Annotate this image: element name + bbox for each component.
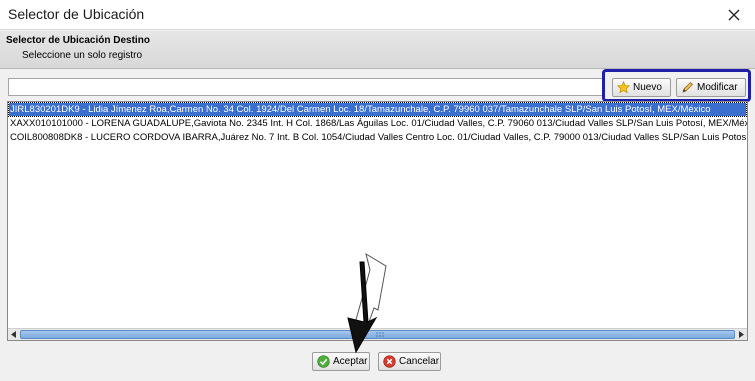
pencil-icon (681, 81, 694, 94)
header-title: Selector de Ubicación Destino (6, 35, 150, 46)
edit-button-label: Modificar (697, 82, 738, 93)
new-button-label: Nuevo (633, 82, 662, 93)
edit-button[interactable]: Modificar (676, 78, 746, 97)
cancel-button-label: Cancelar (399, 356, 440, 367)
header-subtitle: Seleccione un solo registro (22, 50, 143, 61)
scroll-left-icon[interactable] (8, 329, 20, 340)
window-title: Selector de Ubicación (8, 6, 145, 22)
pointer-arrow-icon (347, 252, 387, 354)
title-bar: Selector de Ubicación (0, 0, 755, 30)
scroll-right-icon[interactable] (735, 329, 747, 340)
list-item[interactable]: JIRL830201DK9 - Lidia Jímenez Roa,Carmen… (8, 102, 747, 117)
filter-input[interactable] (8, 78, 604, 96)
list-item[interactable]: COIL800808DK8 - LUCERO CORDOVA IBARRA,Ju… (9, 131, 747, 144)
new-button[interactable]: Nuevo (612, 78, 671, 97)
dialog-header: Selector de Ubicación Destino Seleccione… (0, 31, 755, 69)
list-item[interactable]: XAXX010101000 - LORENA GUADALUPE,Gaviota… (9, 117, 747, 130)
close-icon[interactable] (721, 2, 747, 28)
star-icon (617, 81, 630, 94)
